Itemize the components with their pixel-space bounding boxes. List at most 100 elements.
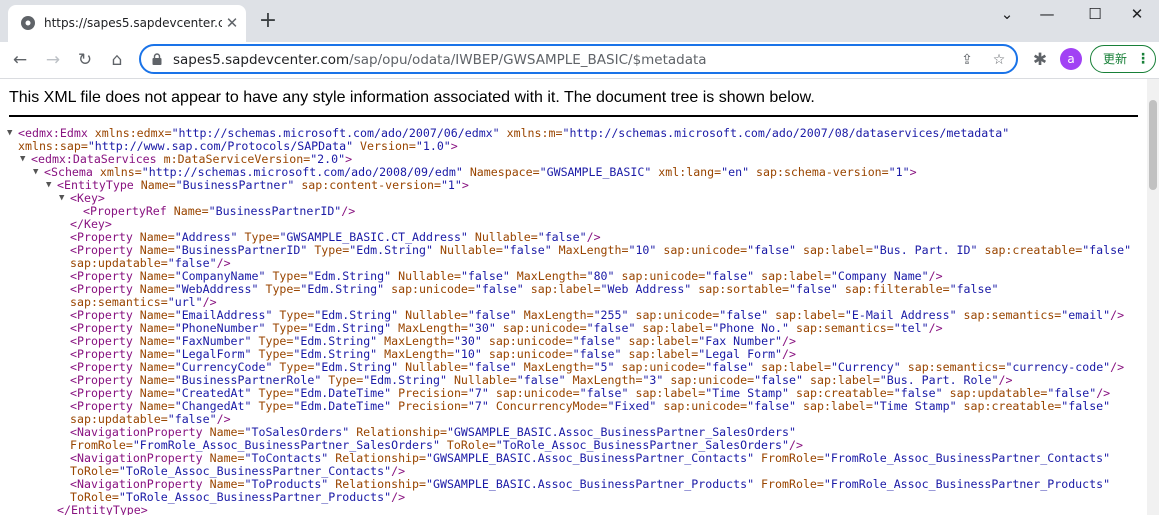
maximize-icon[interactable]: ☐ — [1072, 0, 1118, 30]
window-close-icon[interactable]: ✕ — [1114, 0, 1159, 30]
back-icon[interactable]: ← — [8, 48, 32, 72]
xml-attr: Name= — [132, 347, 175, 361]
xml-attr: sap:unicode= — [495, 321, 587, 335]
xml-attr: Precision= — [391, 386, 468, 400]
xml-value: "FromRole_Assoc_BusinessPartner_Products… — [823, 477, 1111, 491]
xml-tag: /> — [341, 204, 356, 218]
xml-value: "Company Name" — [830, 269, 929, 283]
collapse-triangle-icon[interactable]: ▼ — [7, 127, 12, 140]
xml-value: "GWSAMPLE_BASIC.Assoc_BusinessPartner_Pr… — [426, 477, 755, 491]
xml-value: "80" — [586, 269, 615, 283]
xml-tag: <Property — [70, 399, 133, 413]
plus-icon[interactable]: + — [256, 10, 280, 34]
xml-value: "CreatedAt" — [174, 386, 252, 400]
avatar[interactable]: a — [1060, 48, 1082, 70]
xml-value: "FromRole_Assoc_BusinessPartner_Contacts… — [823, 451, 1111, 465]
xml-value: "false" — [467, 308, 517, 322]
xml-attr: Name= — [132, 269, 175, 283]
xml-attr: FromRole= — [70, 438, 133, 452]
xml-tag: /> — [216, 412, 231, 426]
collapse-triangle-icon[interactable]: ▼ — [59, 192, 64, 205]
xml-value: "Fixed" — [607, 399, 657, 413]
share-icon[interactable]: ⇪ — [958, 51, 976, 69]
xml-attr: Nullable= — [433, 243, 503, 257]
xml-line-text: </EntityType> — [57, 504, 148, 515]
xml-attr: Name= — [132, 334, 175, 348]
xml-attr: Type= — [307, 243, 350, 257]
xml-value: "false" — [949, 282, 999, 296]
xml-value: "false" — [460, 269, 510, 283]
xml-value: "30" — [467, 321, 496, 335]
xml-attr: sap:label= — [754, 269, 831, 283]
xml-attr: Relationship= — [328, 451, 427, 465]
reload-icon[interactable]: ↻ — [73, 48, 97, 72]
xml-tag: > — [909, 165, 917, 179]
xml-viewer: This XML file does not appear to have an… — [0, 79, 1159, 515]
xml-value: "ToProducts" — [244, 477, 329, 491]
xml-value: "GWSAMPLE_BASIC.Assoc_BusinessPartner_Sa… — [446, 425, 796, 439]
xml-value: "Edm.String" — [293, 334, 378, 348]
xml-value: "ToRole_Assoc_BusinessPartner_Contacts" — [118, 464, 392, 478]
url-text[interactable]: sapes5.sapdevcenter.com/sap/opu/odata/IW… — [173, 51, 707, 69]
xml-value: "Edm.String" — [314, 308, 399, 322]
xml-tag: /> — [928, 269, 943, 283]
xml-tag: > — [450, 139, 458, 153]
collapse-triangle-icon[interactable]: ▼ — [46, 179, 51, 192]
xml-attr: MaxLength= — [391, 321, 468, 335]
xml-value: "false" — [1047, 386, 1097, 400]
xml-value: "false" — [754, 373, 804, 387]
xml-tag: <edmx:DataServices — [31, 152, 157, 166]
xml-value: "Legal Form" — [698, 347, 783, 361]
xml-value: "BusinessPartnerRole" — [174, 373, 322, 387]
close-icon[interactable]: ✕ — [224, 15, 240, 31]
collapse-triangle-icon[interactable]: ▼ — [20, 153, 25, 166]
xml-attr: Type= — [251, 347, 294, 361]
xml-attr: sap:sortable= — [691, 282, 790, 296]
xml-attr: sap:label= — [628, 386, 706, 400]
address-bar[interactable]: sapes5.sapdevcenter.com/sap/opu/odata/IW… — [139, 44, 1018, 74]
home-icon[interactable]: ⌂ — [105, 48, 129, 72]
xml-attr: sap:creatable= — [956, 399, 1062, 413]
xml-value: "EmailAddress" — [174, 308, 273, 322]
xml-attr: Name= — [132, 399, 175, 413]
xml-attr: Type= — [251, 399, 294, 413]
xml-tag: <Key> — [70, 191, 105, 205]
lock-icon[interactable] — [151, 53, 163, 65]
xml-tag: /> — [1110, 308, 1125, 322]
forward-icon[interactable]: → — [41, 48, 65, 72]
xml-value: "GWSAMPLE_BASIC.Assoc_BusinessPartner_Co… — [426, 451, 755, 465]
xml-attr: xmlns:sap= — [18, 139, 88, 153]
xml-value: "false" — [579, 386, 629, 400]
update-button[interactable]: 更新 ⋮ — [1090, 45, 1156, 73]
minimize-icon[interactable]: — — [1024, 0, 1070, 30]
xml-value: "7" — [467, 386, 489, 400]
xml-value: "false" — [586, 321, 636, 335]
xml-attr: FromRole= — [754, 477, 824, 491]
xml-attr: Version= — [353, 139, 416, 153]
xml-attr: sap:semantics= — [956, 308, 1062, 322]
xml-attr: xmlns= — [92, 165, 142, 179]
tab-favicon-icon — [21, 16, 35, 30]
xml-value: "url" — [167, 295, 203, 309]
xml-value: "tel" — [893, 321, 929, 335]
xml-value: "10" — [628, 243, 657, 257]
xml-attr: sap:label= — [523, 282, 601, 296]
menu-dots-icon: ⋮ — [1136, 51, 1150, 67]
xml-tag: /> — [788, 438, 803, 452]
xml-value: "http://schemas.microsoft.com/ado/2007/0… — [171, 126, 500, 140]
xml-tag: /> — [1096, 386, 1111, 400]
xml-attr: Type= — [321, 373, 364, 387]
collapse-triangle-icon[interactable]: ▼ — [33, 166, 38, 179]
extensions-icon[interactable]: ✱ — [1028, 48, 1052, 72]
xml-attr: Nullable= — [391, 269, 461, 283]
xml-attr: Name= — [132, 321, 175, 335]
star-icon[interactable]: ☆ — [990, 51, 1008, 69]
xml-attr: sap:unicode= — [481, 334, 573, 348]
browser-tab[interactable]: https://sapes5.sapdevcenter.com ✕ — [8, 5, 246, 42]
xml-value: "GWSAMPLE_BASIC" — [539, 165, 652, 179]
xml-attr: Name= — [132, 282, 175, 296]
xml-tag: </EntityType> — [57, 503, 148, 515]
url-path: /sap/opu/odata/IWBEP/GWSAMPLE_BASIC/$met… — [349, 52, 707, 68]
scrollbar-thumb[interactable] — [1149, 100, 1157, 190]
xml-value: "1.0" — [415, 139, 451, 153]
